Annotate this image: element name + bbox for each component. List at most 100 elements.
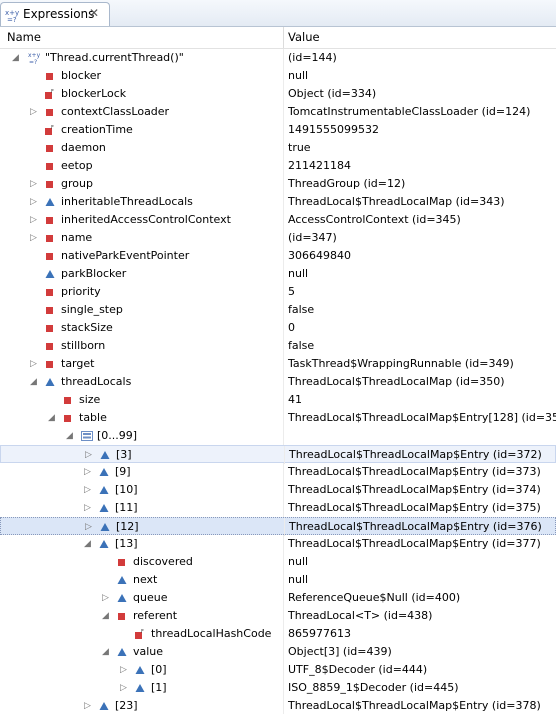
column-divider (283, 625, 284, 643)
watch-expression-row[interactable]: ◢ x+y =? "Thread.currentThread()" (id=144) (0, 49, 556, 67)
tree-row[interactable]: ▷ inheritedAccessControlContext AccessCont… (0, 211, 556, 229)
collapse-arrow-icon[interactable]: ▷ (30, 215, 37, 225)
collapse-arrow-icon[interactable]: ▷ (102, 593, 109, 603)
tree-row[interactable]: ▷ name (id=347) (0, 229, 556, 247)
column-separator[interactable] (283, 27, 284, 48)
variable-name: [1] (151, 681, 167, 694)
tree-row[interactable]: ▷ [11] ThreadLocal$ThreadLocalMap$Entry (i… (0, 499, 556, 517)
column-divider (283, 355, 284, 373)
tree-row[interactable]: ▷ inheritableThreadLocals ThreadLocal$Thre… (0, 193, 556, 211)
variable-name: priority (61, 285, 101, 298)
tree-row[interactable]: ▷ contextClassLoader TomcatInstrumentableC… (0, 103, 556, 121)
view-tab-bar: x+y =? Expressions ✕ (0, 0, 556, 27)
collapse-arrow-icon[interactable]: ▷ (84, 467, 91, 477)
tree-row[interactable]: next null (0, 571, 556, 589)
tree-row[interactable]: FcreationTime 1491555099532 (0, 121, 556, 139)
expand-arrow-icon[interactable]: ◢ (12, 53, 19, 63)
collapse-arrow-icon[interactable]: ▷ (30, 359, 37, 369)
default-field-icon (99, 467, 109, 477)
tree-row[interactable]: ◢ [0...99] (0, 427, 556, 445)
tree-row[interactable]: ◢ referent ThreadLocal<T> (id=438) (0, 607, 556, 625)
close-icon[interactable]: ✕ (89, 6, 99, 20)
collapse-arrow-icon[interactable]: ▷ (85, 522, 92, 532)
column-name-header[interactable]: Name (7, 30, 41, 44)
collapse-arrow-icon[interactable]: ▷ (84, 701, 91, 711)
private-field-icon (45, 161, 55, 171)
tree-row[interactable]: ▷ [12] ThreadLocal$ThreadLocalMap$Entry (i… (0, 517, 556, 536)
tree-row[interactable]: ◢ value Object[3] (id=439) (0, 643, 556, 661)
variable-value: null (288, 573, 309, 586)
default-field-icon (99, 701, 109, 711)
tree-row[interactable]: FthreadLocalHashCode 865977613 (0, 625, 556, 643)
column-divider (283, 229, 284, 247)
collapse-arrow-icon[interactable]: ▷ (120, 665, 127, 675)
variable-value: 306649840 (288, 249, 351, 262)
expand-arrow-icon[interactable]: ◢ (30, 377, 37, 387)
column-value-header[interactable]: Value (288, 30, 320, 44)
variable-value: UTF_8$Decoder (id=444) (288, 663, 428, 676)
tree-row[interactable]: ▷ [10] ThreadLocal$ThreadLocalMap$Entry (i… (0, 481, 556, 499)
tree-row[interactable]: stackSize 0 (0, 319, 556, 337)
tree-row[interactable]: ◢ table ThreadLocal$ThreadLocalMap$Entry[1… (0, 409, 556, 427)
tree-row[interactable]: daemon true (0, 139, 556, 157)
expand-arrow-icon[interactable]: ◢ (48, 413, 55, 423)
tree-row[interactable]: ▷ [23] ThreadLocal$ThreadLocalMap$Entry (i… (0, 697, 556, 714)
variable-value: ThreadLocal$ThreadLocalMap$Entry (id=378… (288, 699, 541, 712)
collapse-arrow-icon[interactable]: ▷ (30, 107, 37, 117)
tree-row[interactable]: nativeParkEventPointer 306649840 (0, 247, 556, 265)
tree-row[interactable]: discovered null (0, 553, 556, 571)
expand-arrow-icon[interactable]: ◢ (102, 611, 109, 621)
private-field-icon (45, 71, 55, 81)
collapse-arrow-icon[interactable]: ▷ (85, 450, 92, 460)
tree-row[interactable]: stillborn false (0, 337, 556, 355)
collapse-arrow-icon[interactable]: ▷ (30, 179, 37, 189)
expand-arrow-icon[interactable]: ◢ (66, 431, 73, 441)
tree-row[interactable]: FblockerLock Object (id=334) (0, 85, 556, 103)
tree-row[interactable]: ◢ threadLocals ThreadLocal$ThreadLocalMap … (0, 373, 556, 391)
tree-row[interactable]: ▷ [9] ThreadLocal$ThreadLocalMap$Entry (id… (0, 463, 556, 481)
tree-row[interactable]: ▷ queue ReferenceQueue$Null (id=400) (0, 589, 556, 607)
tree-row[interactable]: ▷ group ThreadGroup (id=12) (0, 175, 556, 193)
tree-row[interactable]: ▷ [0] UTF_8$Decoder (id=444) (0, 661, 556, 679)
private-final-field-icon: F (45, 89, 55, 99)
collapse-arrow-icon[interactable]: ▷ (30, 233, 37, 243)
tab-expressions[interactable]: x+y =? Expressions ✕ (0, 2, 110, 26)
variable-name: creationTime (61, 123, 133, 136)
column-divider (283, 157, 284, 175)
variable-name: [3] (116, 448, 132, 461)
default-field-icon (45, 269, 55, 279)
variable-name: [11] (115, 501, 138, 514)
expand-arrow-icon[interactable]: ◢ (102, 647, 109, 657)
expand-arrow-icon[interactable]: ◢ (84, 539, 91, 549)
collapse-arrow-icon[interactable]: ▷ (120, 683, 127, 693)
tree-row[interactable]: ▷ [3] ThreadLocal$ThreadLocalMap$Entry (id… (0, 445, 556, 464)
tree-row[interactable]: ▷ [1] ISO_8859_1$Decoder (id=445) (0, 679, 556, 697)
tree-row[interactable]: single_step false (0, 301, 556, 319)
variable-value: null (288, 69, 309, 82)
variable-value: AccessControlContext (id=345) (288, 213, 461, 226)
tree-row[interactable]: ◢ [13] ThreadLocal$ThreadLocalMap$Entry (i… (0, 535, 556, 553)
tree-row[interactable]: blocker null (0, 67, 556, 85)
variable-name: stillborn (61, 339, 106, 352)
collapse-arrow-icon[interactable]: ▷ (84, 503, 91, 513)
column-divider (283, 49, 284, 67)
column-divider (283, 85, 284, 103)
tree-row[interactable]: eetop 211421184 (0, 157, 556, 175)
column-divider (284, 446, 285, 464)
collapse-arrow-icon[interactable]: ▷ (30, 197, 37, 207)
variable-name: name (61, 231, 93, 244)
tree-row[interactable]: priority 5 (0, 283, 556, 301)
column-divider (283, 535, 284, 553)
tree-row[interactable]: ▷ target TaskThread$WrappingRunnable (id=3… (0, 355, 556, 373)
private-field-icon (45, 251, 55, 261)
tree-row[interactable]: parkBlocker null (0, 265, 556, 283)
private-final-field-icon: F (45, 125, 55, 135)
tree-row[interactable]: size 41 (0, 391, 556, 409)
column-divider (283, 481, 284, 499)
variable-value: ThreadLocal$ThreadLocalMap$Entry[128] (i… (288, 411, 556, 424)
collapse-arrow-icon[interactable]: ▷ (84, 485, 91, 495)
column-divider (283, 661, 284, 679)
private-field-icon (45, 233, 55, 243)
watch-expression-icon: x+y =? (27, 51, 41, 66)
default-field-icon (117, 575, 127, 585)
